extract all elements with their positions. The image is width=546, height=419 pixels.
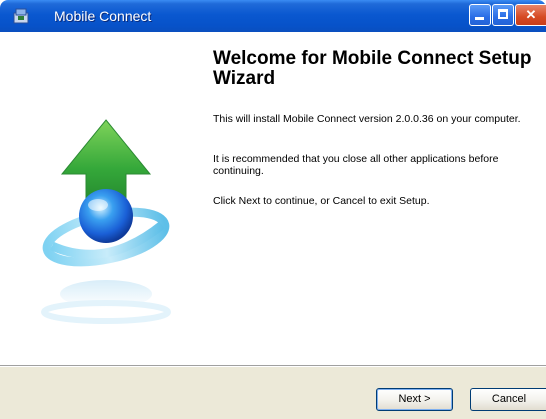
title-bar[interactable]: Mobile Connect ✕ [0, 0, 546, 32]
installer-app-icon [12, 7, 30, 25]
page-title: Welcome for Mobile Connect Setup Wizard [213, 48, 532, 89]
window-title: Mobile Connect [54, 8, 152, 24]
maximize-button[interactable] [492, 4, 514, 26]
maximize-icon [498, 9, 508, 19]
button-bar [0, 367, 546, 419]
close-button[interactable]: ✕ [515, 4, 546, 26]
setup-window: Mobile Connect ✕ Welcome for Mobile Conn… [0, 0, 546, 419]
install-globe-icon [41, 119, 171, 324]
wizard-image-panel [0, 32, 203, 365]
minimize-button[interactable] [469, 4, 491, 26]
install-info-text: This will install Mobile Connect version… [213, 113, 521, 125]
next-button[interactable]: Next > [376, 388, 453, 411]
close-apps-text: It is recommended that you close all oth… [213, 153, 499, 177]
cancel-button[interactable]: Cancel [470, 388, 546, 411]
welcome-content: Welcome for Mobile Connect Setup Wizard … [213, 32, 546, 365]
close-icon: ✕ [525, 7, 537, 22]
minimize-icon [475, 17, 484, 20]
instructions-text: Click Next to continue, or Cancel to exi… [213, 195, 430, 207]
